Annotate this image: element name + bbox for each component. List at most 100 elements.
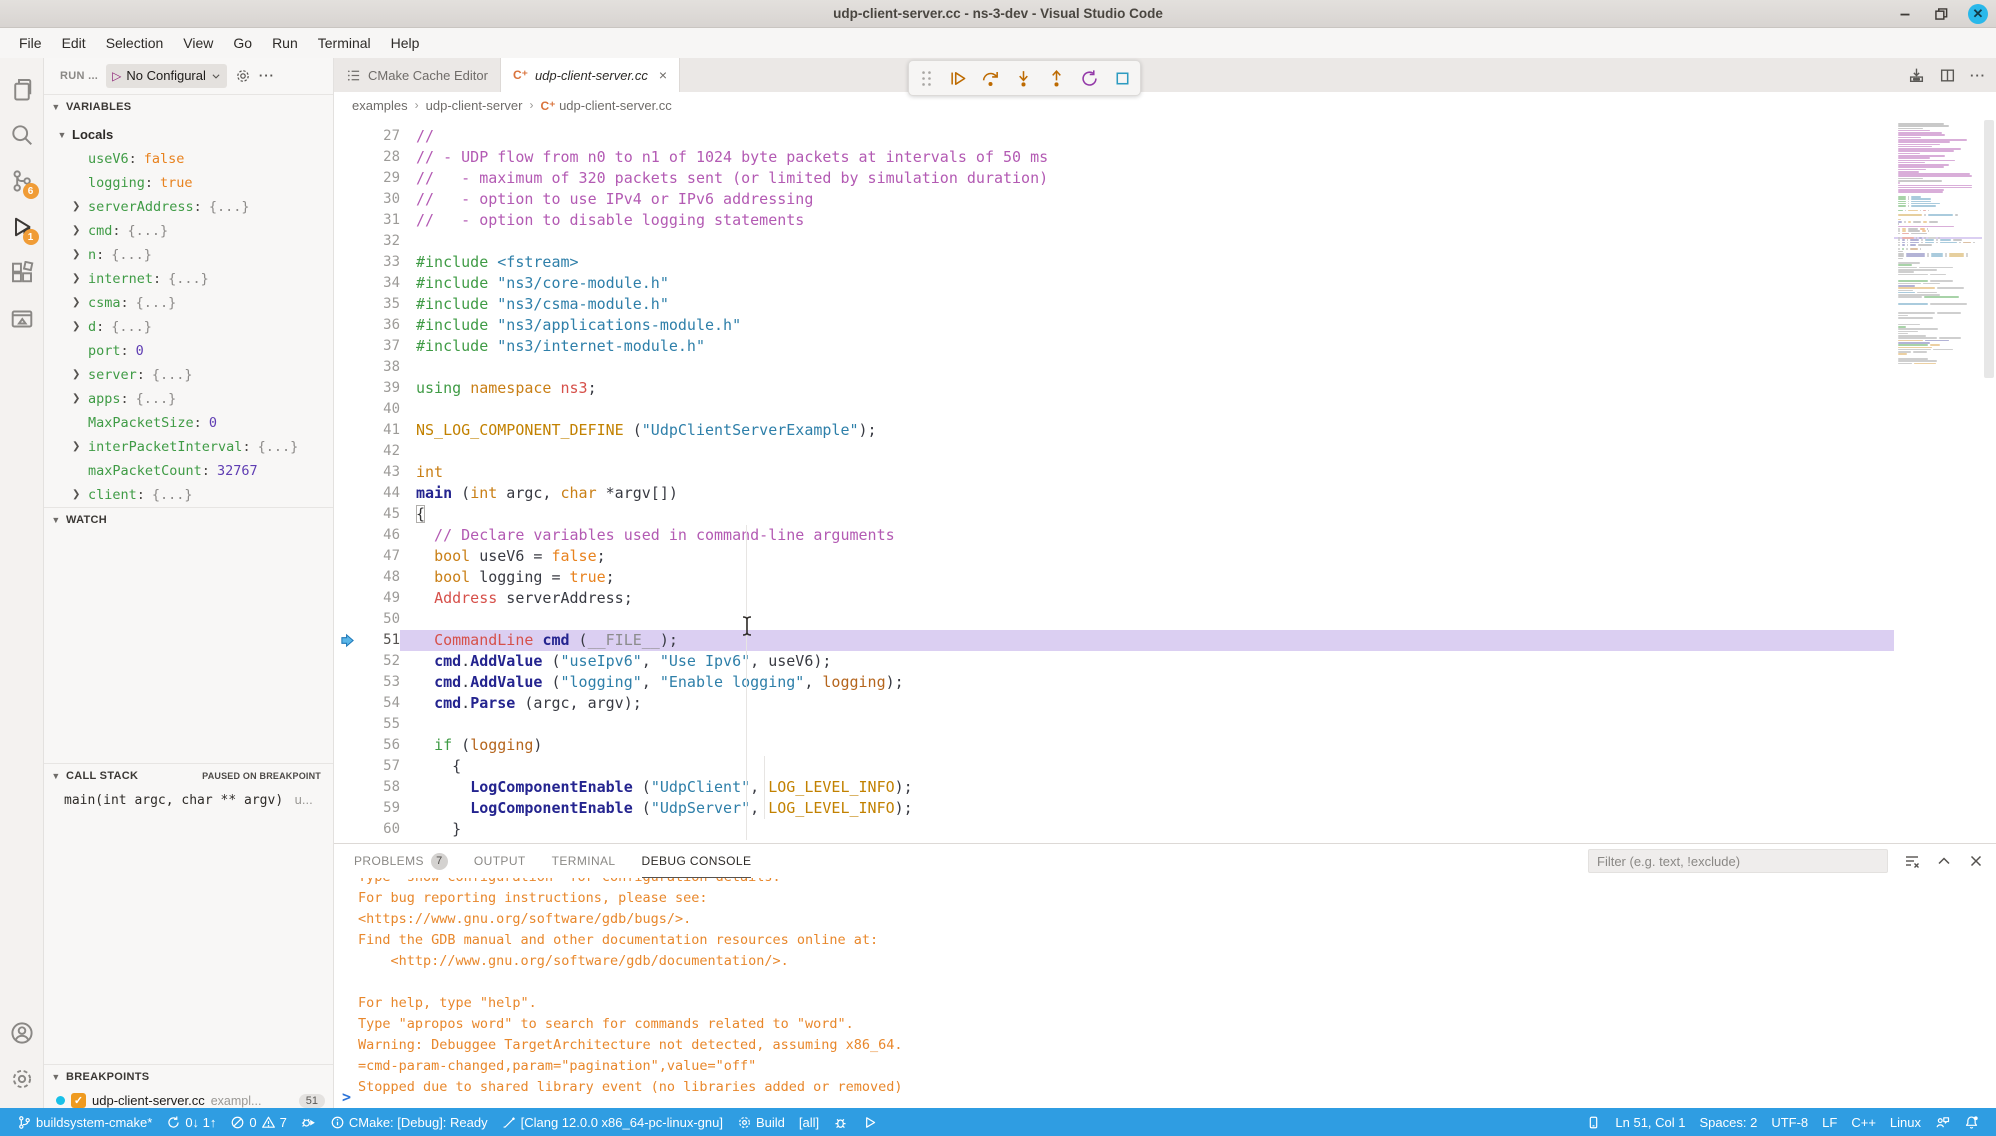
- menu-selection[interactable]: Selection: [97, 32, 173, 54]
- statusbar-launch-target-button[interactable]: [855, 1108, 884, 1136]
- variable-server[interactable]: ❯server:{...}: [44, 363, 333, 387]
- maximize-panel-icon[interactable]: [1936, 853, 1952, 869]
- menu-edit[interactable]: Edit: [53, 32, 95, 54]
- statusbar-cursor-position[interactable]: Ln 51, Col 1: [1608, 1108, 1692, 1136]
- breakpoint-row[interactable]: ✓ udp-client-server.cc exampl... 51: [44, 1089, 333, 1108]
- minimize-button[interactable]: [1896, 5, 1914, 23]
- variable-csma[interactable]: ❯csma:{...}: [44, 291, 333, 315]
- gutter-glyph-margin[interactable]: [334, 714, 360, 735]
- minimap[interactable]: [1894, 118, 1982, 843]
- variable-internet[interactable]: ❯internet:{...}: [44, 267, 333, 291]
- activity-run-and-debug[interactable]: 1: [0, 204, 44, 250]
- menu-view[interactable]: View: [174, 32, 222, 54]
- split-editor-icon[interactable]: [1939, 67, 1956, 84]
- variable-interPacketInterval[interactable]: ❯interPacketInterval:{...}: [44, 435, 333, 459]
- statusbar-notifications[interactable]: [1957, 1108, 1986, 1136]
- menu-file[interactable]: File: [10, 32, 51, 54]
- close-tab-icon[interactable]: ×: [659, 67, 667, 83]
- tab-cmake-cache-editor[interactable]: CMake Cache Editor: [334, 58, 501, 92]
- gutter-glyph-margin[interactable]: [334, 420, 360, 441]
- gutter-glyph-margin[interactable]: [334, 798, 360, 819]
- locals-scope[interactable]: ▼ Locals: [44, 123, 333, 147]
- variable-useV6[interactable]: useV6:false: [44, 147, 333, 171]
- menu-go[interactable]: Go: [224, 32, 261, 54]
- more-actions-icon[interactable]: ···: [259, 68, 275, 83]
- gutter-glyph-margin[interactable]: [334, 756, 360, 777]
- gutter-glyph-margin[interactable]: [334, 315, 360, 336]
- step-out-button[interactable]: [1047, 69, 1066, 88]
- activity-preview-window[interactable]: [0, 296, 44, 342]
- gutter-glyph-margin[interactable]: [334, 735, 360, 756]
- call-stack-header[interactable]: ▼ CALL STACK PAUSED ON BREAKPOINT: [44, 764, 333, 788]
- gutter-glyph-margin[interactable]: [334, 273, 360, 294]
- step-over-button[interactable]: [981, 69, 1000, 88]
- statusbar-kit-status[interactable]: [Clang 12.0.0 x86_64-pc-linux-gnu]: [495, 1108, 730, 1136]
- close-panel-icon[interactable]: [1968, 853, 1984, 869]
- variable-serverAddress[interactable]: ❯serverAddress:{...}: [44, 195, 333, 219]
- gutter-glyph-margin[interactable]: [334, 210, 360, 231]
- breadcrumb-item[interactable]: examples: [352, 98, 408, 113]
- restart-button[interactable]: [1080, 69, 1099, 88]
- tab-udp-client-server-cc[interactable]: C⁺udp-client-server.cc×: [501, 58, 680, 92]
- statusbar-remote-indicator[interactable]: [1579, 1108, 1608, 1136]
- gutter-glyph-margin[interactable]: [334, 441, 360, 462]
- gutter-glyph-margin[interactable]: [334, 189, 360, 210]
- breadcrumb[interactable]: examples›udp-client-server›C⁺ udp-client…: [334, 92, 1996, 118]
- gutter-glyph-margin[interactable]: [334, 378, 360, 399]
- variable-n[interactable]: ❯n:{...}: [44, 243, 333, 267]
- statusbar-build-target[interactable]: [all]: [792, 1108, 826, 1136]
- breadcrumb-item[interactable]: C⁺ udp-client-server.cc: [540, 98, 671, 113]
- statusbar-problems-status[interactable]: 07: [223, 1108, 293, 1136]
- gutter-glyph-margin[interactable]: [334, 525, 360, 546]
- editor-scrollbar[interactable]: [1982, 118, 1996, 843]
- gutter-glyph-margin[interactable]: [334, 588, 360, 609]
- stop-button[interactable]: [1113, 69, 1132, 88]
- step-into-button[interactable]: [1014, 69, 1033, 88]
- gutter-glyph-margin[interactable]: [334, 252, 360, 273]
- breadcrumb-item[interactable]: udp-client-server: [426, 98, 523, 113]
- statusbar-git-branch-status[interactable]: buildsystem-cmake*: [10, 1108, 159, 1136]
- statusbar-feedback[interactable]: [1928, 1108, 1957, 1136]
- code-editor[interactable]: 27//28// - UDP flow from n0 to n1 of 102…: [334, 118, 1996, 843]
- gutter-glyph-margin[interactable]: [334, 483, 360, 504]
- activity-extensions[interactable]: [0, 250, 44, 296]
- activity-explorer[interactable]: [0, 66, 44, 112]
- breakpoint-checkbox[interactable]: ✓: [71, 1093, 86, 1108]
- statusbar-indentation[interactable]: Spaces: 2: [1693, 1108, 1765, 1136]
- activity-settings[interactable]: [0, 1056, 44, 1102]
- gutter-glyph-margin[interactable]: [334, 651, 360, 672]
- gutter-glyph-margin[interactable]: [334, 147, 360, 168]
- console-prompt[interactable]: >: [342, 1088, 351, 1106]
- gutter-glyph-margin[interactable]: [334, 357, 360, 378]
- gutter-glyph-margin[interactable]: [334, 294, 360, 315]
- statusbar-language-mode[interactable]: C++: [1844, 1108, 1883, 1136]
- drag-handle-icon[interactable]: [917, 69, 936, 88]
- panel-tab-terminal[interactable]: TERMINAL: [552, 844, 616, 878]
- variable-d[interactable]: ❯d:{...}: [44, 315, 333, 339]
- breakpoints-header[interactable]: ▼ BREAKPOINTS: [44, 1065, 333, 1089]
- statusbar-encoding[interactable]: UTF-8: [1764, 1108, 1815, 1136]
- gutter-glyph-margin[interactable]: [334, 504, 360, 525]
- variable-maxPacketCount[interactable]: maxPacketCount:32767: [44, 459, 333, 483]
- gutter-glyph-margin[interactable]: [334, 546, 360, 567]
- filter-icon[interactable]: [1904, 853, 1920, 869]
- gutter-glyph-margin[interactable]: [334, 168, 360, 189]
- gutter-glyph-margin[interactable]: [334, 672, 360, 693]
- statusbar-build-button[interactable]: Build: [730, 1108, 792, 1136]
- menu-run[interactable]: Run: [263, 32, 307, 54]
- activity-source-control[interactable]: 6: [0, 158, 44, 204]
- call-stack-frame[interactable]: main(int argc, char ** argv) u...: [44, 788, 333, 808]
- run-below-icon[interactable]: [1908, 67, 1925, 84]
- menu-terminal[interactable]: Terminal: [309, 32, 380, 54]
- activity-account[interactable]: [0, 1010, 44, 1056]
- variable-port[interactable]: port:0: [44, 339, 333, 363]
- variables-header[interactable]: ▼ VARIABLES: [44, 95, 333, 119]
- gutter-glyph-margin[interactable]: [334, 231, 360, 252]
- statusbar-cmake-status[interactable]: CMake: [Debug]: Ready: [323, 1108, 495, 1136]
- gutter-glyph-margin[interactable]: [334, 693, 360, 714]
- statusbar-os-indicator[interactable]: Linux: [1883, 1108, 1928, 1136]
- close-button[interactable]: ✕: [1968, 4, 1988, 24]
- statusbar-debug-status[interactable]: [294, 1108, 323, 1136]
- gutter-glyph-margin[interactable]: [334, 609, 360, 630]
- gutter-glyph-margin[interactable]: [334, 336, 360, 357]
